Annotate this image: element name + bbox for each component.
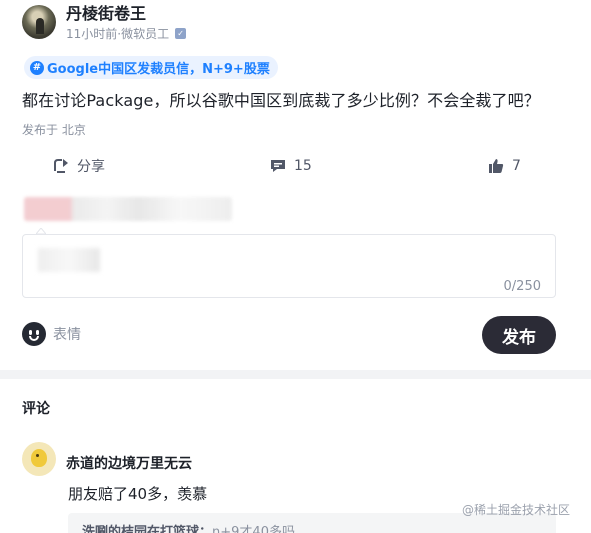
post-meta: 11小时前·微软员工 ✓ <box>66 25 187 42</box>
post-content: 都在讨论Package，所以谷歌中国区到底裁了多少比例？不会全裁了吧？ <box>22 91 540 110</box>
commenter-name[interactable]: 赤道的边境万里无云 <box>66 453 192 473</box>
bird-avatar-icon <box>31 449 47 467</box>
comment-count: 15 <box>294 158 312 174</box>
hashtag-icon: # <box>30 60 44 75</box>
comment-button[interactable]: 15 <box>269 155 312 177</box>
post-page: 丹棱街卷王 11小时前·微软员工 ✓ # Google中国区发裁员信，N+9+股… <box>0 0 591 533</box>
like-button[interactable]: 7 <box>487 155 521 177</box>
thumbs-up-icon <box>489 159 504 173</box>
comment-input[interactable]: 0/250 <box>22 234 556 298</box>
post-card: 丹棱街卷王 11小时前·微软员工 ✓ # Google中国区发裁员信，N+9+股… <box>0 0 591 370</box>
like-count: 7 <box>512 158 521 174</box>
reply-text: n+9才40多吗 <box>212 525 295 533</box>
emoji-label: 表情 <box>53 327 81 343</box>
post-actions: 分享 15 7 <box>22 155 572 179</box>
comment-text: 朋友赔了40多，羡慕 <box>68 485 208 503</box>
share-button[interactable]: 分享 <box>52 155 105 177</box>
emoji-icon <box>22 322 46 346</box>
reply-author: 洗唰的桔园在打篮球： <box>82 525 213 533</box>
share-icon <box>54 159 68 173</box>
author-name[interactable]: 丹棱街卷王 <box>66 4 146 24</box>
topic-tag-label: Google中国区发裁员信，N+9+股票 <box>47 62 270 77</box>
share-label: 分享 <box>77 159 105 175</box>
publish-button[interactable]: 发布 <box>482 316 556 354</box>
watermark: @稀土掘金技术社区 <box>462 503 571 517</box>
author-avatar[interactable] <box>22 5 56 39</box>
comments-header: 评论 <box>22 401 50 417</box>
blurred-user-info <box>24 197 232 221</box>
blurred-placeholder <box>38 248 100 272</box>
char-counter: 0/250 <box>503 279 541 294</box>
post-time-and-role: 11小时前·微软员工 <box>66 27 170 41</box>
emoji-button[interactable]: 表情 <box>22 322 81 346</box>
topic-tag[interactable]: # Google中国区发裁员信，N+9+股票 <box>24 56 278 79</box>
section-divider <box>0 370 591 379</box>
commenter-avatar[interactable] <box>22 442 56 476</box>
verified-badge-icon: ✓ <box>175 28 187 39</box>
post-location: 发布于 北京 <box>22 123 86 137</box>
comment-icon <box>271 160 285 172</box>
